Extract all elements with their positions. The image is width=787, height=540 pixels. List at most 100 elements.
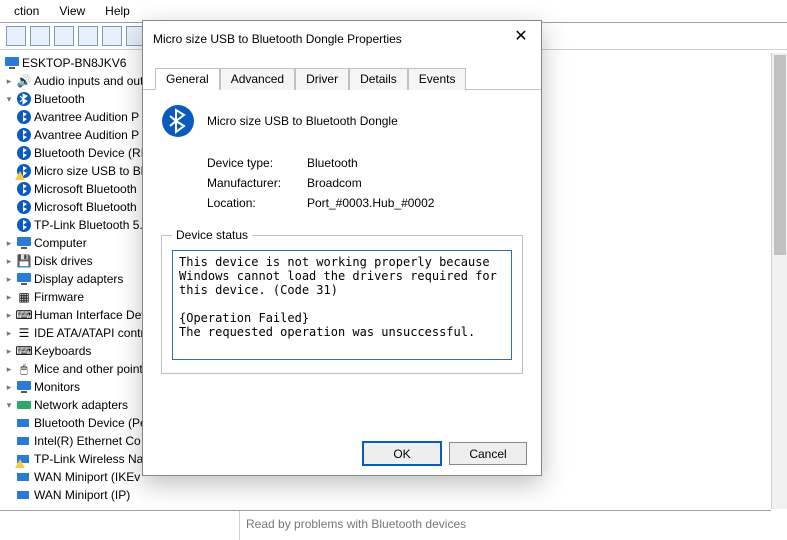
tree-item-label: Avantree Audition P <box>34 108 139 126</box>
tab-advanced[interactable]: Advanced <box>220 68 295 90</box>
network-adapter-icon <box>16 433 32 449</box>
device-name: Micro size USB to Bluetooth Dongle <box>207 114 398 128</box>
tab-details[interactable]: Details <box>349 68 408 90</box>
toolbar-btn-2[interactable] <box>30 26 50 46</box>
chevron-right-icon: ▸ <box>4 288 14 306</box>
tree-item-label: Audio inputs and outpu <box>34 72 157 90</box>
chevron-right-icon: ▸ <box>4 378 14 396</box>
menu-view[interactable]: View <box>49 2 95 20</box>
tree-item-label: Network adapters <box>34 396 128 414</box>
device-status-legend: Device status <box>172 228 252 242</box>
tree-item-label: Avantree Audition P <box>34 126 139 144</box>
tree-item-label: Monitors <box>34 378 80 396</box>
tree-item-label: Display adapters <box>34 270 123 288</box>
tab-driver[interactable]: Driver <box>295 68 349 90</box>
tree-item-label: ESKTOP-BN8JKV6 <box>22 54 126 72</box>
properties-dialog: Micro size USB to Bluetooth Dongle Prope… <box>142 20 542 476</box>
ok-button[interactable]: OK <box>363 442 441 465</box>
tree-item-label: Microsoft Bluetooth <box>34 180 137 198</box>
bluetooth-icon <box>16 127 32 143</box>
bluetooth-icon <box>16 217 32 233</box>
device-properties: Device type:Bluetooth Manufacturer:Broad… <box>207 156 523 210</box>
toolbar-btn-1[interactable] <box>6 26 26 46</box>
device-status-text[interactable] <box>172 250 512 360</box>
network-adapter-icon <box>16 415 32 431</box>
bottom-pane: Read by problems with Bluetooth devices <box>0 510 771 540</box>
tree-item-label: Computer <box>34 234 87 252</box>
tree-item-label: Microsoft Bluetooth <box>34 198 137 216</box>
scrollbar-thumb[interactable] <box>774 55 786 255</box>
dialog-tabs: General Advanced Driver Details Events <box>143 57 541 90</box>
tab-body-general: Micro size USB to Bluetooth Dongle Devic… <box>143 90 541 384</box>
chevron-right-icon: ▸ <box>4 234 14 252</box>
bluetooth-warning-icon <box>16 163 32 179</box>
tree-item-net-child[interactable]: WAN Miniport (IP) <box>2 486 787 504</box>
cancel-button[interactable]: Cancel <box>449 442 527 465</box>
close-button[interactable]: ✕ <box>509 27 533 51</box>
ide-icon: ☰ <box>16 325 32 341</box>
tree-item-label: Micro size USB to Bl <box>34 162 143 180</box>
tree-item-label: Bluetooth Device (RF <box>34 144 148 162</box>
device-header: Micro size USB to Bluetooth Dongle <box>161 104 523 138</box>
audio-icon: 🔊 <box>16 73 32 89</box>
tree-item-label: Intel(R) Ethernet Co <box>34 432 141 450</box>
device-type-label: Device type: <box>207 156 307 170</box>
chevron-right-icon: ▸ <box>4 72 14 90</box>
vertical-scrollbar[interactable] <box>771 53 787 509</box>
bluetooth-icon <box>16 109 32 125</box>
network-adapter-warning-icon <box>16 451 32 467</box>
tree-item-label: Firmware <box>34 288 84 306</box>
bottom-text: Read by problems with Bluetooth devices <box>240 511 472 540</box>
disk-icon: 💾 <box>16 253 32 269</box>
bluetooth-icon <box>16 145 32 161</box>
tree-item-label: WAN Miniport (IKEv <box>34 468 140 486</box>
chevron-down-icon: ▾ <box>4 396 14 414</box>
keyboard-icon: ⌨ <box>16 343 32 359</box>
device-status-group: Device status <box>161 228 523 374</box>
network-adapter-icon <box>16 487 32 503</box>
dialog-title: Micro size USB to Bluetooth Dongle Prope… <box>153 32 402 46</box>
bluetooth-icon <box>16 181 32 197</box>
display-icon <box>16 271 32 287</box>
mouse-icon: 🖱 <box>16 361 32 377</box>
manufacturer-label: Manufacturer: <box>207 176 307 190</box>
network-adapter-icon <box>16 505 32 506</box>
chevron-down-icon: ▾ <box>4 90 14 108</box>
tree-item-label: WAN Miniport (IP) <box>34 486 130 504</box>
tree-item-net-child[interactable]: WAN Miniport (IPv6) <box>2 504 787 506</box>
tab-general[interactable]: General <box>155 68 220 90</box>
tree-item-label: Bluetooth Device (Pe <box>34 414 147 432</box>
chevron-right-icon: ▸ <box>4 324 14 342</box>
chevron-right-icon: ▸ <box>4 360 14 378</box>
computer-icon <box>4 55 20 71</box>
tree-item-label: WAN Miniport (IPv6) <box>34 504 143 506</box>
tab-events[interactable]: Events <box>408 68 467 90</box>
tree-item-label: TP-Link Wireless Nan <box>34 450 150 468</box>
menu-action[interactable]: ction <box>4 2 49 20</box>
chevron-right-icon: ▸ <box>4 252 14 270</box>
network-icon <box>16 397 32 413</box>
toolbar-btn-5[interactable] <box>102 26 122 46</box>
firmware-icon: ▦ <box>16 289 32 305</box>
chevron-right-icon: ▸ <box>4 270 14 288</box>
toolbar-btn-4[interactable] <box>78 26 98 46</box>
hid-icon: ⌨ <box>16 307 32 323</box>
menu-help[interactable]: Help <box>95 2 140 20</box>
manufacturer-value: Broadcom <box>307 176 362 190</box>
chevron-right-icon: ▸ <box>4 342 14 360</box>
chevron-right-icon: ▸ <box>4 306 14 324</box>
tree-item-label: Mice and other pointing <box>34 360 159 378</box>
tree-item-label: Bluetooth <box>34 90 85 108</box>
bluetooth-icon <box>16 91 32 107</box>
dialog-titlebar: Micro size USB to Bluetooth Dongle Prope… <box>143 21 541 57</box>
location-label: Location: <box>207 196 307 210</box>
bottom-spacer <box>0 511 240 540</box>
monitor-icon <box>16 379 32 395</box>
tree-item-label: Disk drives <box>34 252 93 270</box>
tree-item-label: TP-Link Bluetooth 5. <box>34 216 143 234</box>
device-type-value: Bluetooth <box>307 156 358 170</box>
location-value: Port_#0003.Hub_#0002 <box>307 196 434 210</box>
network-adapter-icon <box>16 469 32 485</box>
tree-item-label: Keyboards <box>34 342 91 360</box>
toolbar-btn-3[interactable] <box>54 26 74 46</box>
